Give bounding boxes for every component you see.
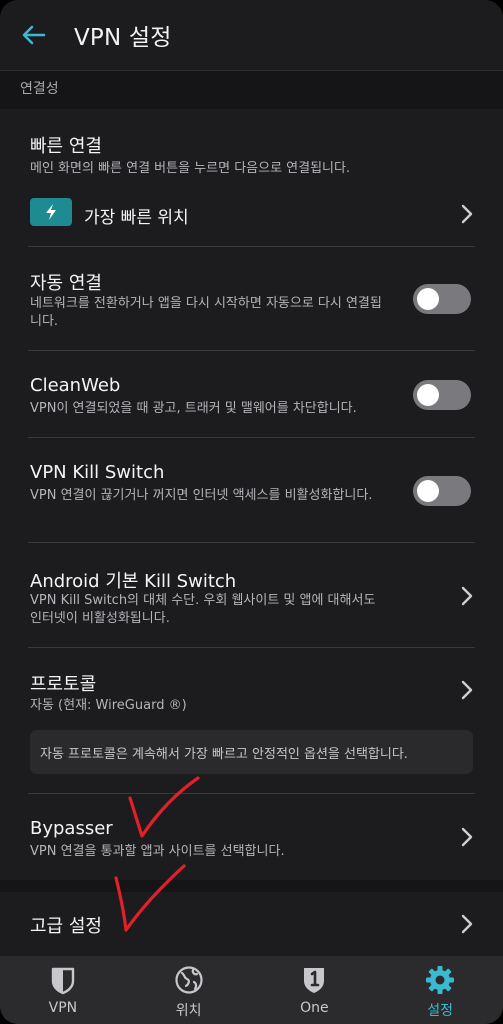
kill-switch-title: VPN Kill Switch (30, 462, 165, 483)
quick-connect-title: 빠른 연결 (30, 136, 102, 157)
bypasser-desc: VPN 연결을 통과할 앱과 사이트를 선택합니다. (30, 844, 285, 859)
quick-connect-value: 가장 빠른 위치 (84, 208, 189, 228)
toggle-knob (417, 288, 439, 310)
cleanweb-row[interactable]: CleanWeb VPN이 연결되었을 때 광고, 트래커 및 맬웨어를 차단합… (0, 351, 503, 437)
quick-connect-option[interactable]: 가장 빠른 위치 (0, 196, 503, 232)
cleanweb-toggle[interactable] (413, 380, 471, 410)
kill-switch-desc: VPN 연결이 끊기거나 꺼지면 인터넷 액세스를 비활성화합니다. (30, 488, 373, 503)
protocol-desc: 자동 (현재: WireGuard ®) (30, 698, 187, 713)
bypasser-row[interactable]: Bypasser VPN 연결을 통과할 앱과 사이트를 선택합니다. (0, 794, 503, 880)
auto-connect-toggle[interactable] (413, 284, 471, 314)
fastest-badge (30, 198, 72, 226)
cleanweb-desc: VPN이 연결되었을 때 광고, 트래커 및 맬웨어를 차단합니다. (30, 401, 357, 416)
protocol-info-box: 자동 프로토콜은 계속해서 가장 빠르고 안정적인 옵션을 선택합니다. (30, 730, 473, 774)
section-label: 연결성 (0, 71, 503, 109)
chevron-right-icon (461, 204, 473, 224)
arrow-left-icon (22, 25, 46, 45)
advanced-settings-title: 고급 설정 (30, 916, 102, 937)
toggle-knob (417, 480, 439, 502)
bypasser-title: Bypasser (30, 818, 113, 839)
back-button[interactable] (14, 15, 54, 55)
protocol-row[interactable]: 프로토콜 자동 (현재: WireGuard ®) 자동 프로토콜은 계속해서 … (0, 648, 503, 793)
advanced-settings-row[interactable]: 고급 설정 (0, 892, 503, 956)
toggle-knob (417, 384, 439, 406)
protocol-title: 프로토콜 (30, 674, 97, 695)
shield-icon (51, 967, 75, 995)
nav-label: VPN (48, 1000, 78, 1016)
quick-connect-desc: 메인 화면의 빠른 연결 버튼을 누르면 다음으로 연결됩니다. (30, 161, 351, 176)
page-title: VPN 설정 (74, 25, 172, 51)
chevron-right-icon (461, 586, 473, 606)
bottom-navigation: VPN 위치 One 설정 (0, 956, 503, 1024)
chevron-right-icon (461, 827, 473, 847)
auto-connect-title: 자동 연결 (30, 273, 102, 294)
chevron-right-icon (461, 680, 473, 700)
kill-switch-toggle[interactable] (413, 476, 471, 506)
quick-connect-row: 빠른 연결 메인 화면의 빠른 연결 버튼을 누르면 다음으로 연결됩니다. 가… (0, 110, 503, 246)
chevron-right-icon (461, 914, 473, 934)
android-kill-switch-desc: VPN Kill Switch의 대체 수단. 우회 웹사이트 및 앱에 대해서… (30, 593, 376, 626)
nav-label: 위치 (175, 1003, 202, 1019)
android-kill-switch-title: Android 기본 Kill Switch (30, 571, 237, 592)
gear-icon (426, 966, 455, 994)
lightning-icon (46, 204, 56, 220)
cleanweb-title: CleanWeb (30, 375, 121, 396)
nav-tab-settings[interactable]: 설정 (377, 956, 503, 1024)
app-screen: VPN 설정 연결성 빠른 연결 메인 화면의 빠른 연결 버튼을 누르면 다음… (0, 0, 503, 1024)
kill-switch-row[interactable]: VPN Kill Switch VPN 연결이 끊기거나 꺼지면 인터넷 액세스… (0, 438, 503, 542)
nav-tab-one[interactable]: One (252, 956, 378, 1024)
nav-label: 설정 (427, 1003, 453, 1019)
one-shield-icon (304, 968, 325, 993)
nav-tab-vpn[interactable]: VPN (0, 956, 126, 1024)
auto-connect-row[interactable]: 자동 연결 네트워크를 전환하거나 앱을 다시 시작하면 자동으로 다시 연결됩… (0, 247, 503, 350)
nav-label: One (300, 1000, 329, 1016)
auto-connect-desc: 네트워크를 전환하거나 앱을 다시 시작하면 자동으로 다시 연결됩니다. (30, 296, 382, 329)
nav-tab-locations[interactable]: 위치 (126, 956, 252, 1024)
app-bar: VPN 설정 (0, 0, 503, 71)
section-gap (0, 880, 503, 892)
android-kill-switch-row[interactable]: Android 기본 Kill Switch VPN Kill Switch의 … (0, 543, 503, 647)
globe-icon (175, 966, 203, 994)
